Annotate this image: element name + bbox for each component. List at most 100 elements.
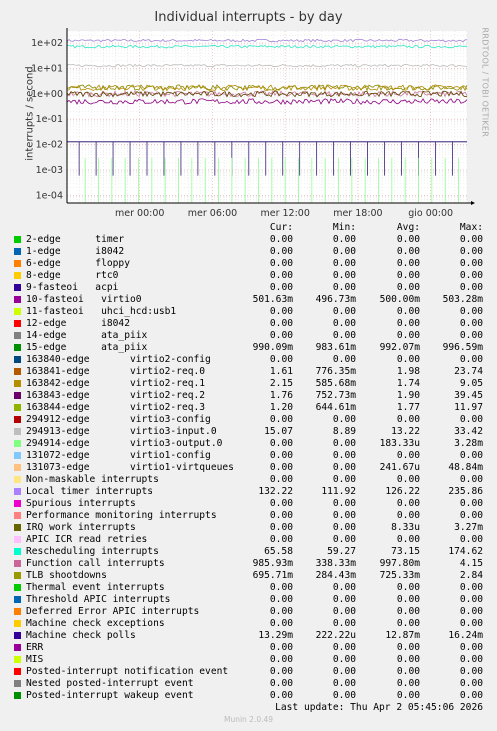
legend-label: 1-edge i8042 bbox=[26, 246, 125, 257]
legend-row: ERR 0.00 0.00 0.00 0.00 bbox=[0, 642, 497, 654]
y-tick-label: 1e+01 bbox=[31, 63, 63, 74]
legend-row: Local timer interrupts 132.22 111.92 126.22… bbox=[0, 486, 497, 498]
header-min: Min: bbox=[332, 222, 356, 233]
legend-avg-value: 0.00 bbox=[396, 594, 420, 605]
legend-avg-value: 0.00 bbox=[396, 270, 420, 281]
legend-cur-value: 695.71m bbox=[252, 570, 293, 581]
legend-avg-value: 12.87m bbox=[385, 630, 420, 641]
legend-avg-value: 0.00 bbox=[396, 642, 420, 653]
legend-row: Posted-interrupt notification event 0.00 0… bbox=[0, 666, 497, 678]
legend-cur-value: 0.00 bbox=[269, 450, 293, 461]
legend-color-swatch bbox=[14, 488, 21, 495]
legend-row: 12-edge i8042 0.00 0.00 0.00 0.00 bbox=[0, 318, 497, 330]
legend-label: 6-edge floppy bbox=[26, 258, 130, 269]
y-tick-label: 1e-03 bbox=[36, 165, 63, 176]
legend-min-value: 0.00 bbox=[332, 618, 356, 629]
legend-max-value: 0.00 bbox=[459, 594, 483, 605]
y-tick-labels: 1e+02 1e+01 1e+00 1e-01 1e-02 1e-03 1e-04 bbox=[31, 38, 63, 201]
legend-cur-value: 0.00 bbox=[269, 354, 293, 365]
legend-avg-value: 0.00 bbox=[396, 510, 420, 521]
legend-max-value: 0.00 bbox=[459, 270, 483, 281]
legend-cur-value: 0.00 bbox=[269, 306, 293, 317]
legend-avg-value: 0.00 bbox=[396, 654, 420, 665]
legend-label: ERR bbox=[26, 642, 44, 653]
legend-min-value: 111.92 bbox=[321, 486, 356, 497]
legend-avg-value: 0.00 bbox=[396, 582, 420, 593]
legend-min-value: 776.35m bbox=[315, 366, 356, 377]
legend-avg-value: 0.00 bbox=[396, 606, 420, 617]
legend-color-swatch bbox=[14, 572, 21, 579]
legend-min-value: 0.00 bbox=[332, 282, 356, 293]
legend-min-value: 0.00 bbox=[332, 318, 356, 329]
x-tick-label: gio 00:00 bbox=[408, 208, 453, 219]
legend-cur-value: 0.00 bbox=[269, 258, 293, 269]
legend-avg-value: 1.77 bbox=[396, 402, 420, 413]
y-tick-label: 1e+02 bbox=[31, 38, 63, 49]
legend-avg-value: 0.00 bbox=[396, 474, 420, 485]
legend-max-value: 0.00 bbox=[459, 234, 483, 245]
legend-max-value: 0.00 bbox=[459, 678, 483, 689]
legend-avg-value: 0.00 bbox=[396, 354, 420, 365]
x-tick-labels: mer 00:00 mer 06:00 mer 12:00 mer 18:00 gio … bbox=[115, 208, 453, 219]
legend-avg-value: 0.00 bbox=[396, 414, 420, 425]
legend-avg-value: 8.33u bbox=[391, 522, 420, 533]
legend-cur-value: 0.00 bbox=[269, 666, 293, 677]
legend-avg-value: 1.90 bbox=[396, 390, 420, 401]
legend-label: 9-fasteoi acpi bbox=[26, 282, 119, 293]
legend-avg-value: 0.00 bbox=[396, 258, 420, 269]
legend-min-value: 59.27 bbox=[327, 546, 356, 557]
legend-min-value: 338.33m bbox=[315, 558, 356, 569]
plot-area bbox=[67, 31, 467, 203]
legend-row: Machine check exceptions 0.00 0.00 0.00 0.00 bbox=[0, 618, 497, 630]
legend-cur-value: 0.00 bbox=[269, 678, 293, 689]
legend-max-value: 33.42 bbox=[454, 426, 483, 437]
legend-label: 8-edge rtc0 bbox=[26, 270, 119, 281]
legend-cur-value: 0.00 bbox=[269, 534, 293, 545]
legend-avg-value: 1.74 bbox=[396, 378, 420, 389]
legend-color-swatch bbox=[14, 464, 21, 471]
legend-color-swatch bbox=[14, 296, 21, 303]
legend-row: 6-edge floppy 0.00 0.00 0.00 0.00 bbox=[0, 258, 497, 270]
legend-cur-value: 501.63m bbox=[252, 294, 293, 305]
legend-color-swatch bbox=[14, 368, 21, 375]
legend-label: Performance monitoring interrupts bbox=[26, 510, 217, 521]
legend-row: Thermal event interrupts 0.00 0.00 0.00 0.00 bbox=[0, 582, 497, 594]
legend-max-value: 0.00 bbox=[459, 690, 483, 701]
legend-max-value: 39.45 bbox=[454, 390, 483, 401]
legend-row: MIS 0.00 0.00 0.00 0.00 bbox=[0, 654, 497, 666]
legend-cur-value: 0.00 bbox=[269, 690, 293, 701]
legend-color-swatch bbox=[14, 596, 21, 603]
legend-cur-value: 0.00 bbox=[269, 582, 293, 593]
y-tick-label: 1e+00 bbox=[31, 89, 63, 100]
legend-cur-value: 0.00 bbox=[269, 462, 293, 473]
legend-label: 294914-edge virtio3-output.0 bbox=[26, 438, 223, 449]
legend-min-value: 8.89 bbox=[332, 426, 356, 437]
legend-avg-value: 0.00 bbox=[396, 498, 420, 509]
legend-color-swatch bbox=[14, 632, 21, 639]
legend-max-value: 0.00 bbox=[459, 318, 483, 329]
legend-max-value: 0.00 bbox=[459, 498, 483, 509]
legend-label: 294913-edge virtio3-input.0 bbox=[26, 426, 217, 437]
x-tick-label: mer 18:00 bbox=[333, 208, 382, 219]
legend-label: Machine check exceptions bbox=[26, 618, 165, 629]
legend-label: Thermal event interrupts bbox=[26, 582, 165, 593]
legend-max-value: 0.00 bbox=[459, 306, 483, 317]
legend-color-swatch bbox=[14, 248, 21, 255]
legend-max-value: 0.00 bbox=[459, 282, 483, 293]
legend-cur-value: 0.00 bbox=[269, 414, 293, 425]
legend-color-swatch bbox=[14, 500, 21, 507]
legend-color-swatch bbox=[14, 260, 21, 267]
legend-row: 163841-edge virtio2-req.0 1.61 776.35m 1.98… bbox=[0, 366, 497, 378]
legend-cur-value: 0.00 bbox=[269, 606, 293, 617]
legend-max-value: 996.59m bbox=[442, 342, 483, 353]
legend-avg-value: 1.98 bbox=[396, 366, 420, 377]
legend-cur-value: 1.76 bbox=[269, 390, 293, 401]
legend-color-swatch bbox=[14, 608, 21, 615]
legend-row: 163844-edge virtio2-req.3 1.20 644.61m 1.77… bbox=[0, 402, 497, 414]
legend-max-value: 174.62 bbox=[448, 546, 483, 557]
header-avg: Avg: bbox=[396, 222, 420, 233]
x-tick-label: mer 12:00 bbox=[260, 208, 309, 219]
legend-label: Non-maskable interrupts bbox=[26, 474, 159, 485]
legend-cur-value: 0.00 bbox=[269, 510, 293, 521]
legend-max-value: 0.00 bbox=[459, 354, 483, 365]
